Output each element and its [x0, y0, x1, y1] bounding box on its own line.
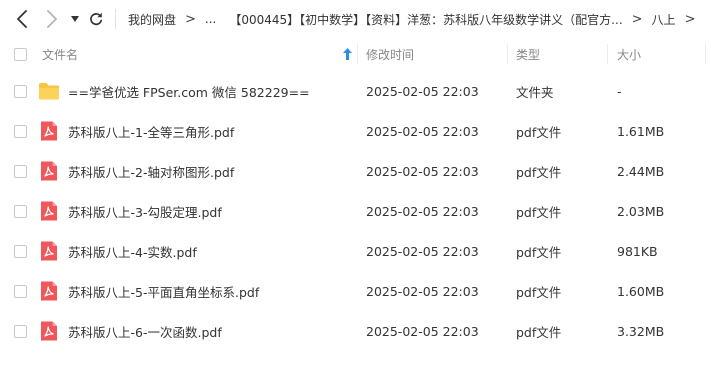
file-modified-time: 2025-02-05 22:03 — [366, 163, 479, 179]
breadcrumb-ellipsis[interactable]: ... — [205, 12, 216, 26]
pdf-icon — [41, 201, 57, 221]
file-name[interactable]: 苏科版八上-6-一次函数.pdf — [68, 311, 222, 351]
file-table-header: 文件名 修改时间 类型 大小 — [0, 38, 714, 70]
file-modified-time: 2025-02-05 22:03 — [366, 243, 479, 259]
toolbar-divider — [115, 9, 116, 29]
file-size: 2.03MB — [617, 203, 665, 219]
file-row[interactable]: ==学爸优选 FPSer.com 微信 582229== 2025-02-05 … — [0, 71, 714, 111]
chevron-left-icon — [17, 10, 27, 28]
breadcrumb-parent-folder[interactable]: 【000445】【初中数学】【资料】洋葱：苏科版八年级数学讲义（配官方... — [229, 11, 622, 28]
file-modified-time: 2025-02-05 22:03 — [366, 323, 479, 339]
row-checkbox[interactable] — [14, 165, 27, 178]
row-checkbox[interactable] — [14, 325, 27, 338]
folder-icon — [39, 83, 59, 100]
file-modified-time: 2025-02-05 22:03 — [366, 83, 479, 99]
row-checkbox[interactable] — [14, 205, 27, 218]
sort-ascending-arrow-icon[interactable] — [343, 48, 352, 60]
column-header-type-label: 类型 — [516, 47, 541, 62]
pdf-icon — [41, 121, 57, 141]
row-checkbox[interactable] — [14, 125, 27, 138]
file-row[interactable]: 苏科版八上-3-勾股定理.pdf 2025-02-05 22:03 pdf文件 … — [0, 191, 714, 231]
column-header-size-label: 大小 — [617, 47, 642, 62]
select-all-checkbox[interactable] — [14, 48, 27, 61]
column-header-size[interactable]: 大小 — [617, 38, 641, 70]
row-checkbox[interactable] — [14, 245, 27, 258]
file-row[interactable]: 苏科版八上-5-平面直角坐标系.pdf 2025-02-05 22:03 pdf… — [0, 271, 714, 311]
file-type: pdf文件 — [516, 324, 562, 340]
file-modified-time: 2025-02-05 22:03 — [366, 203, 479, 219]
row-checkbox[interactable] — [14, 285, 27, 298]
breadcrumb: 我的网盘 > ... 【000445】【初中数学】【资料】洋葱：苏科版八年级数学… — [128, 0, 714, 38]
file-row[interactable]: 苏科版八上-1-全等三角形.pdf 2025-02-05 22:03 pdf文件… — [0, 111, 714, 151]
file-size: 3.32MB — [617, 323, 665, 339]
refresh-icon — [90, 12, 103, 26]
file-type: pdf文件 — [516, 124, 562, 140]
pdf-icon — [41, 281, 57, 301]
file-row[interactable]: 苏科版八上-6-一次函数.pdf 2025-02-05 22:03 pdf文件 … — [0, 311, 714, 351]
file-name[interactable]: 苏科版八上-4-实数.pdf — [68, 231, 197, 271]
file-type: pdf文件 — [516, 204, 562, 220]
file-name[interactable]: ==学爸优选 FPSer.com 微信 582229== — [68, 71, 310, 111]
column-divider[interactable] — [607, 44, 608, 64]
file-size: 2.44MB — [617, 163, 665, 179]
file-type: pdf文件 — [516, 284, 562, 300]
caret-down-icon — [71, 16, 79, 22]
file-name[interactable]: 苏科版八上-3-勾股定理.pdf — [68, 191, 222, 231]
column-header-name-label: 文件名 — [42, 47, 79, 62]
row-checkbox[interactable] — [14, 85, 27, 98]
file-name[interactable]: 苏科版八上-2-轴对称图形.pdf — [68, 151, 234, 191]
breadcrumb-separator: > — [631, 11, 643, 27]
refresh-button[interactable] — [86, 8, 106, 30]
column-divider[interactable] — [705, 44, 706, 64]
file-name[interactable]: 苏科版八上-5-平面直角坐标系.pdf — [68, 271, 259, 311]
file-size: 1.60MB — [617, 283, 665, 299]
pdf-icon — [41, 161, 57, 181]
toolbar: 我的网盘 > ... 【000445】【初中数学】【资料】洋葱：苏科版八年级数学… — [0, 0, 714, 38]
back-button[interactable] — [12, 8, 32, 30]
history-dropdown-button[interactable] — [68, 8, 82, 30]
column-header-type[interactable]: 类型 — [516, 38, 540, 70]
file-modified-time: 2025-02-05 22:03 — [366, 123, 479, 139]
file-modified-time: 2025-02-05 22:03 — [366, 283, 479, 299]
file-name[interactable]: 苏科版八上-1-全等三角形.pdf — [68, 111, 234, 151]
chevron-right-icon — [47, 10, 57, 28]
column-header-name[interactable]: 文件名 — [42, 38, 78, 70]
pdf-icon — [41, 241, 57, 261]
file-size: 981KB — [617, 243, 658, 259]
forward-button[interactable] — [42, 8, 62, 30]
file-row[interactable]: 苏科版八上-4-实数.pdf 2025-02-05 22:03 pdf文件 98… — [0, 231, 714, 271]
breadcrumb-current[interactable]: 八上 — [652, 11, 676, 28]
column-divider[interactable] — [357, 44, 358, 64]
breadcrumb-separator: > — [185, 11, 196, 27]
file-row[interactable]: 苏科版八上-2-轴对称图形.pdf 2025-02-05 22:03 pdf文件… — [0, 151, 714, 191]
column-divider[interactable] — [507, 44, 508, 64]
file-size: - — [617, 83, 622, 99]
file-type: 文件夹 — [516, 84, 554, 100]
file-type: pdf文件 — [516, 244, 562, 260]
breadcrumb-root[interactable]: 我的网盘 — [128, 11, 176, 28]
breadcrumb-separator: > — [684, 11, 696, 27]
pdf-icon — [41, 321, 57, 341]
file-size: 1.61MB — [617, 123, 665, 139]
column-header-modified[interactable]: 修改时间 — [366, 38, 414, 70]
column-header-modified-label: 修改时间 — [366, 47, 415, 62]
file-type: pdf文件 — [516, 164, 562, 180]
